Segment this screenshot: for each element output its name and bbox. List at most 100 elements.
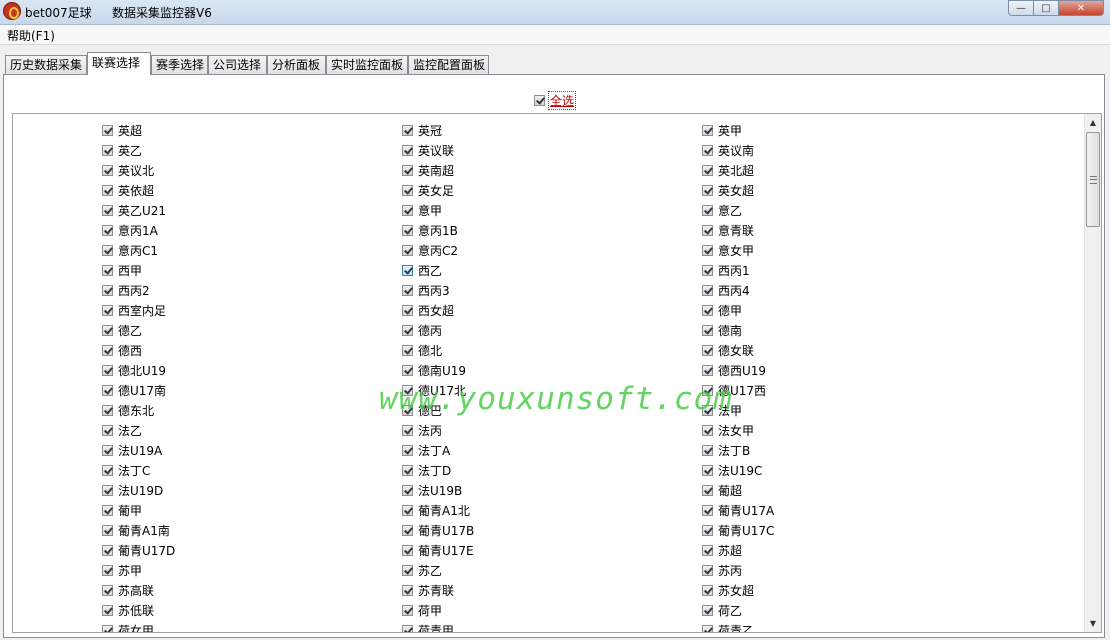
league-checkbox-item[interactable]: 葡甲: [102, 500, 175, 520]
league-checkbox-item[interactable]: 英议北: [102, 160, 175, 180]
checkbox-check-icon[interactable]: [402, 604, 413, 616]
checkbox-check-icon[interactable]: [702, 164, 713, 176]
checkbox-check-icon[interactable]: [702, 404, 713, 416]
checkbox-check-icon[interactable]: [702, 424, 713, 436]
checkbox-check-icon[interactable]: [402, 544, 413, 556]
checkbox-check-icon[interactable]: [702, 144, 713, 156]
checkbox-check-icon[interactable]: [702, 624, 713, 632]
checkbox-check-icon[interactable]: [402, 464, 413, 476]
league-checkbox-item[interactable]: 苏乙: [402, 560, 474, 580]
tab-realtime-monitor[interactable]: 实时监控面板: [326, 55, 408, 74]
league-checkbox-item[interactable]: 英女超: [702, 180, 774, 200]
checkbox-check-icon[interactable]: [102, 584, 113, 596]
league-checkbox-item[interactable]: 法女甲: [702, 420, 774, 440]
league-checkbox-item[interactable]: 苏青联: [402, 580, 474, 600]
league-checkbox-item[interactable]: 法丁C: [102, 460, 175, 480]
league-checkbox-item[interactable]: 德巴: [402, 400, 474, 420]
checkbox-check-icon[interactable]: [102, 364, 113, 376]
tab-league-selection[interactable]: 联赛选择: [87, 52, 151, 75]
league-checkbox-item[interactable]: 德U17南: [102, 380, 175, 400]
checkbox-check-icon[interactable]: [402, 204, 413, 216]
league-checkbox-item[interactable]: 法U19C: [702, 460, 774, 480]
league-checkbox-item[interactable]: 法丁D: [402, 460, 474, 480]
league-checkbox-item[interactable]: 意丙C2: [402, 240, 474, 260]
checkbox-check-icon[interactable]: [102, 464, 113, 476]
checkbox-check-icon[interactable]: [402, 504, 413, 516]
checkbox-check-icon[interactable]: [102, 484, 113, 496]
league-checkbox-item[interactable]: 苏甲: [102, 560, 175, 580]
league-checkbox-item[interactable]: 法U19A: [102, 440, 175, 460]
checkbox-check-icon[interactable]: [102, 444, 113, 456]
league-checkbox-item[interactable]: 西丙3: [402, 280, 474, 300]
league-checkbox-item[interactable]: 西丙2: [102, 280, 175, 300]
checkbox-check-icon[interactable]: [102, 324, 113, 336]
league-checkbox-item[interactable]: 西丙4: [702, 280, 774, 300]
league-checkbox-item[interactable]: 法丁A: [402, 440, 474, 460]
checkbox-check-icon[interactable]: [402, 284, 413, 296]
league-checkbox-item[interactable]: 英甲: [702, 120, 774, 140]
league-checkbox-item[interactable]: 法U19D: [102, 480, 175, 500]
league-checkbox-item[interactable]: 西室内足: [102, 300, 175, 320]
checkbox-check-icon[interactable]: [402, 564, 413, 576]
league-checkbox-item[interactable]: 法丁B: [702, 440, 774, 460]
vertical-scrollbar[interactable]: ▲ ▼: [1084, 114, 1101, 632]
checkbox-check-icon[interactable]: [402, 324, 413, 336]
league-checkbox-item[interactable]: 英超: [102, 120, 175, 140]
maximize-button[interactable]: □: [1034, 0, 1059, 16]
league-checkbox-item[interactable]: 葡青U17C: [702, 520, 774, 540]
league-checkbox-item[interactable]: 荷乙: [702, 600, 774, 620]
checkbox-check-icon[interactable]: [102, 144, 113, 156]
league-checkbox-item[interactable]: 德甲: [702, 300, 774, 320]
checkbox-check-icon[interactable]: [102, 604, 113, 616]
checkbox-check-icon[interactable]: [102, 124, 113, 136]
checkbox-check-icon[interactable]: [702, 204, 713, 216]
checkbox-check-icon[interactable]: [102, 264, 113, 276]
checkbox-check-icon[interactable]: [102, 524, 113, 536]
league-checkbox-item[interactable]: 荷青甲: [402, 620, 474, 632]
league-checkbox-item[interactable]: 德西U19: [702, 360, 774, 380]
checkbox-check-icon[interactable]: [102, 384, 113, 396]
checkbox-check-icon[interactable]: [402, 164, 413, 176]
checkbox-check-icon[interactable]: [102, 184, 113, 196]
league-checkbox-item[interactable]: 德北U19: [102, 360, 175, 380]
checkbox-check-icon[interactable]: [402, 304, 413, 316]
league-checkbox-item[interactable]: 英乙U21: [102, 200, 175, 220]
league-checkbox-item[interactable]: 苏丙: [702, 560, 774, 580]
checkbox-check-icon[interactable]: [102, 504, 113, 516]
scroll-thumb[interactable]: [1086, 132, 1100, 227]
checkbox-check-icon[interactable]: [102, 344, 113, 356]
league-checkbox-item[interactable]: 意青联: [702, 220, 774, 240]
league-checkbox-item[interactable]: 德U17北: [402, 380, 474, 400]
league-checkbox-item[interactable]: 荷女甲: [102, 620, 175, 632]
tab-analysis-panel[interactable]: 分析面板: [267, 55, 326, 74]
league-list[interactable]: 英超 英乙 英议北 英依超 英乙U21 意丙1A 意丙C1 西甲 西丙2 西室内足 德乙 德西 德北U1…: [12, 113, 1102, 633]
league-checkbox-item[interactable]: 葡超: [702, 480, 774, 500]
checkbox-check-icon[interactable]: [402, 224, 413, 236]
league-checkbox-item[interactable]: 西女超: [402, 300, 474, 320]
checkbox-check-icon[interactable]: [102, 244, 113, 256]
checkbox-check-icon[interactable]: [102, 624, 113, 632]
league-checkbox-item[interactable]: 法甲: [702, 400, 774, 420]
league-checkbox-item[interactable]: 荷甲: [402, 600, 474, 620]
checkbox-check-icon[interactable]: [702, 604, 713, 616]
checkbox-check-icon[interactable]: [402, 184, 413, 196]
league-checkbox-item[interactable]: 德东北: [102, 400, 175, 420]
league-checkbox-item[interactable]: 葡青U17B: [402, 520, 474, 540]
league-checkbox-item[interactable]: 英南超: [402, 160, 474, 180]
checkbox-check-icon[interactable]: [402, 584, 413, 596]
checkbox-check-icon[interactable]: [702, 504, 713, 516]
checkbox-check-icon[interactable]: [102, 544, 113, 556]
league-checkbox-item[interactable]: 荷青乙: [702, 620, 774, 632]
checkbox-check-icon[interactable]: [402, 244, 413, 256]
checkbox-check-icon[interactable]: [402, 404, 413, 416]
checkbox-check-icon[interactable]: [102, 284, 113, 296]
league-checkbox-item[interactable]: 苏高联: [102, 580, 175, 600]
league-checkbox-item[interactable]: 英依超: [102, 180, 175, 200]
league-checkbox-item[interactable]: 英乙: [102, 140, 175, 160]
checkbox-check-icon[interactable]: [102, 304, 113, 316]
checkbox-check-icon[interactable]: [402, 484, 413, 496]
checkbox-check-icon[interactable]: [702, 124, 713, 136]
league-checkbox-item[interactable]: 葡青A1北: [402, 500, 474, 520]
checkbox-check-icon[interactable]: [702, 584, 713, 596]
checkbox-check-icon[interactable]: [702, 344, 713, 356]
